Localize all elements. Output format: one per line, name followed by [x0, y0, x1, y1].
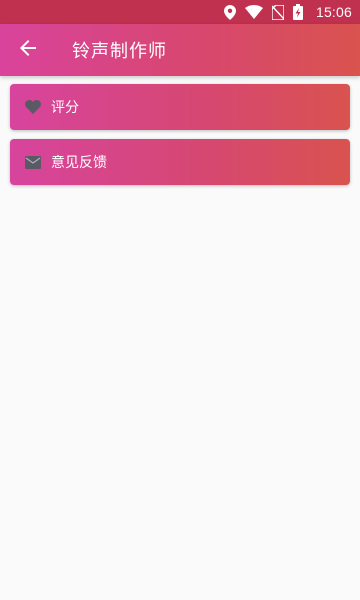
feedback-label: 意见反馈 — [51, 155, 107, 171]
settings-menu: 评分 意见反馈 — [10, 84, 350, 194]
heart-icon — [24, 98, 42, 116]
location-icon — [223, 4, 236, 20]
wifi-icon — [244, 5, 263, 19]
no-sim-icon — [271, 4, 284, 20]
rate-label: 评分 — [51, 100, 79, 116]
rate-button[interactable]: 评分 — [10, 84, 350, 130]
status-icons: 15:06 — [223, 4, 352, 20]
app-bar: 铃声制作师 — [0, 24, 360, 76]
page-title: 铃声制作师 — [72, 41, 167, 62]
status-time: 15:06 — [315, 4, 352, 20]
status-bar: 15:06 — [0, 0, 360, 24]
back-button[interactable] — [0, 24, 56, 76]
battery-charging-icon — [292, 4, 303, 20]
arrow-back-icon — [19, 39, 37, 61]
mail-icon — [24, 153, 42, 171]
feedback-button[interactable]: 意见反馈 — [10, 139, 350, 185]
